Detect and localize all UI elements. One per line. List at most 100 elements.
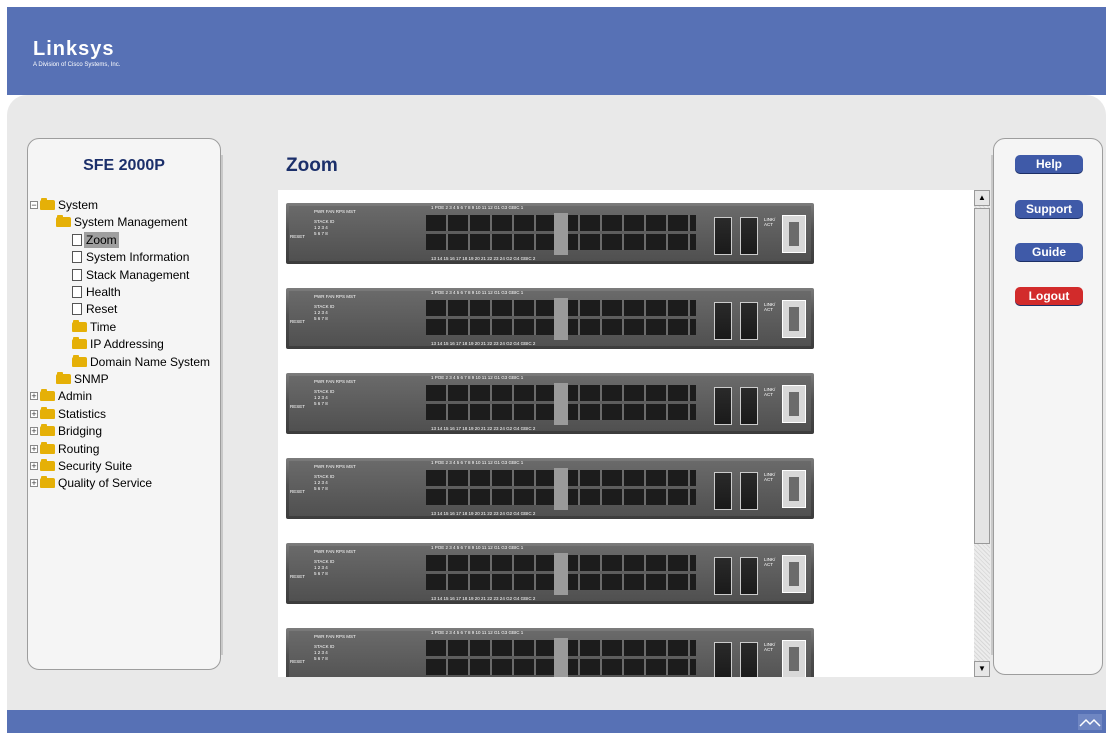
expand-icon[interactable]: + — [30, 479, 38, 488]
reset-label: RESET — [290, 234, 306, 239]
page-icon — [72, 268, 82, 281]
tree-item[interactable]: Domain Name System — [62, 354, 212, 370]
tree-item[interactable]: Stack Management — [62, 267, 191, 283]
gbic-slot — [782, 300, 806, 338]
switch-led-panel: PWR FAN RPS MST STACK ID 1 2 3 45 6 7 8 — [314, 464, 356, 492]
tree-item-label: SNMP — [74, 372, 109, 386]
tree-item[interactable]: System Information — [62, 249, 191, 265]
tree-item[interactable]: + Security Suite — [30, 458, 134, 474]
tree-item[interactable]: Zoom — [62, 231, 119, 248]
page-title: Zoom — [286, 155, 338, 176]
left-divider — [221, 155, 223, 655]
folder-icon — [40, 198, 55, 210]
tree-item[interactable]: Health — [62, 284, 123, 300]
page-icon — [72, 233, 82, 246]
folder-icon — [56, 372, 71, 384]
gigabit-port-g1 — [714, 302, 732, 340]
port-divider — [554, 383, 568, 425]
port-top-labels: 1 POE 2 3 4 5 6 7 8 9 10 11 12 G1 G3 GBI… — [431, 460, 524, 465]
folder-icon — [40, 424, 55, 437]
expand-icon[interactable]: + — [30, 427, 38, 436]
linksys-logo: Linksys A Division of Cisco Systems, Inc… — [33, 39, 120, 69]
support-button[interactable]: Support — [1015, 200, 1083, 218]
link-label: LINK/ ACT — [764, 642, 776, 652]
tree-item-label: Domain Name System — [90, 354, 211, 369]
guide-button[interactable]: Guide — [1015, 243, 1083, 261]
tree-item[interactable]: System Management — [46, 214, 189, 230]
tree-item-label: Reset — [86, 302, 118, 317]
gigabit-port-g3 — [740, 387, 758, 425]
left-navigation-panel: SFE 2000P − System System Management Zoom Sy… — [27, 138, 221, 670]
port-top-labels: 1 POE 2 3 4 5 6 7 8 9 10 11 12 G1 G3 GBI… — [431, 205, 524, 210]
reset-label: RESET — [290, 489, 306, 494]
brand-subtitle: A Division of Cisco Systems, Inc. — [33, 62, 121, 68]
tree-item-label: Bridging — [58, 424, 103, 439]
scroll-up-button[interactable]: ▲ — [974, 190, 990, 206]
switch-unit[interactable]: PWR FAN RPS MST STACK ID 1 2 3 45 6 7 8 RES… — [286, 543, 814, 604]
tree-item-label: Time — [90, 319, 117, 334]
tree-item[interactable]: + Routing — [30, 441, 101, 457]
gigabit-port-g1 — [714, 472, 732, 510]
expand-icon[interactable]: + — [30, 462, 38, 471]
port-divider — [554, 468, 568, 510]
tree-item[interactable]: SNMP — [46, 371, 111, 387]
gigabit-port-g3 — [740, 302, 758, 340]
led-header: PWR FAN RPS MST — [314, 464, 356, 469]
led-header: PWR FAN RPS MST — [314, 294, 356, 299]
switch-unit[interactable]: PWR FAN RPS MST STACK ID 1 2 3 45 6 7 8 RES… — [286, 203, 814, 264]
tree-item[interactable]: Time — [62, 319, 118, 335]
switch-led-panel: PWR FAN RPS MST STACK ID 1 2 3 45 6 7 8 — [314, 549, 356, 577]
scroll-down-button[interactable]: ▼ — [974, 661, 990, 677]
switch-unit[interactable]: PWR FAN RPS MST STACK ID 1 2 3 45 6 7 8 RES… — [286, 458, 814, 519]
folder-icon — [72, 354, 87, 367]
tree-item-label: System — [58, 198, 99, 212]
tree-item-label: Stack Management — [86, 267, 190, 282]
expand-icon[interactable]: + — [30, 444, 38, 453]
tree-item[interactable]: + Admin — [30, 388, 94, 404]
bottom-banner — [7, 710, 1106, 733]
gigabit-port-g3 — [740, 217, 758, 255]
led-header: PWR FAN RPS MST — [314, 634, 356, 639]
tree-item-label: Routing — [58, 441, 100, 456]
tree-item[interactable]: − System — [30, 197, 100, 213]
expand-icon[interactable]: + — [30, 392, 38, 401]
folder-icon — [56, 215, 71, 228]
switch-led-panel: PWR FAN RPS MST STACK ID 1 2 3 45 6 7 8 — [314, 294, 356, 322]
switch-unit[interactable]: PWR FAN RPS MST STACK ID 1 2 3 45 6 7 8 RES… — [286, 628, 814, 677]
gbic-slot — [782, 385, 806, 423]
collapse-icon[interactable]: − — [30, 201, 38, 210]
stack-row-2: 5 6 7 8 — [314, 316, 328, 321]
gigabit-port-g3 — [740, 642, 758, 677]
stack-row-2: 5 6 7 8 — [314, 231, 328, 236]
tree-item-label: System Management — [74, 215, 188, 230]
stack-row-2: 5 6 7 8 — [314, 486, 328, 491]
port-bottom-labels: 13 14 15 16 17 18 19 20 21 22 23 24 G2 G… — [431, 426, 536, 431]
tree-item[interactable]: + Statistics — [30, 406, 108, 422]
reset-label: RESET — [290, 404, 306, 409]
switch-unit[interactable]: PWR FAN RPS MST STACK ID 1 2 3 45 6 7 8 RES… — [286, 373, 814, 434]
switch-unit[interactable]: PWR FAN RPS MST STACK ID 1 2 3 45 6 7 8 RES… — [286, 288, 814, 349]
link-label: LINK/ ACT — [764, 387, 776, 397]
port-divider — [554, 638, 568, 677]
folder-icon — [72, 337, 87, 350]
tree-item[interactable]: IP Addressing — [62, 336, 166, 352]
scrollbar-thumb[interactable] — [974, 208, 990, 544]
folder-icon — [40, 441, 55, 454]
tree-item-label: IP Addressing — [90, 337, 164, 352]
tree-item-label: Statistics — [58, 406, 107, 421]
led-header: PWR FAN RPS MST — [314, 379, 356, 384]
tree-item-label: Security Suite — [58, 459, 133, 473]
link-label: LINK/ ACT — [764, 302, 776, 312]
vertical-scrollbar[interactable]: ▲ ▼ — [974, 190, 990, 677]
led-header: PWR FAN RPS MST — [314, 549, 356, 554]
tree-item[interactable]: + Bridging — [30, 423, 104, 439]
help-button[interactable]: Help — [1015, 155, 1083, 173]
logout-button[interactable]: Logout — [1015, 287, 1083, 305]
tree-item[interactable]: Reset — [62, 301, 119, 317]
port-bottom-labels: 13 14 15 16 17 18 19 20 21 22 23 24 G2 G… — [431, 341, 536, 346]
page-icon — [72, 251, 82, 264]
port-top-labels: 1 POE 2 3 4 5 6 7 8 9 10 11 12 G1 G3 GBI… — [431, 375, 524, 380]
gbic-slot — [782, 555, 806, 593]
expand-icon[interactable]: + — [30, 409, 38, 418]
tree-item[interactable]: + Quality of Service — [30, 475, 154, 491]
